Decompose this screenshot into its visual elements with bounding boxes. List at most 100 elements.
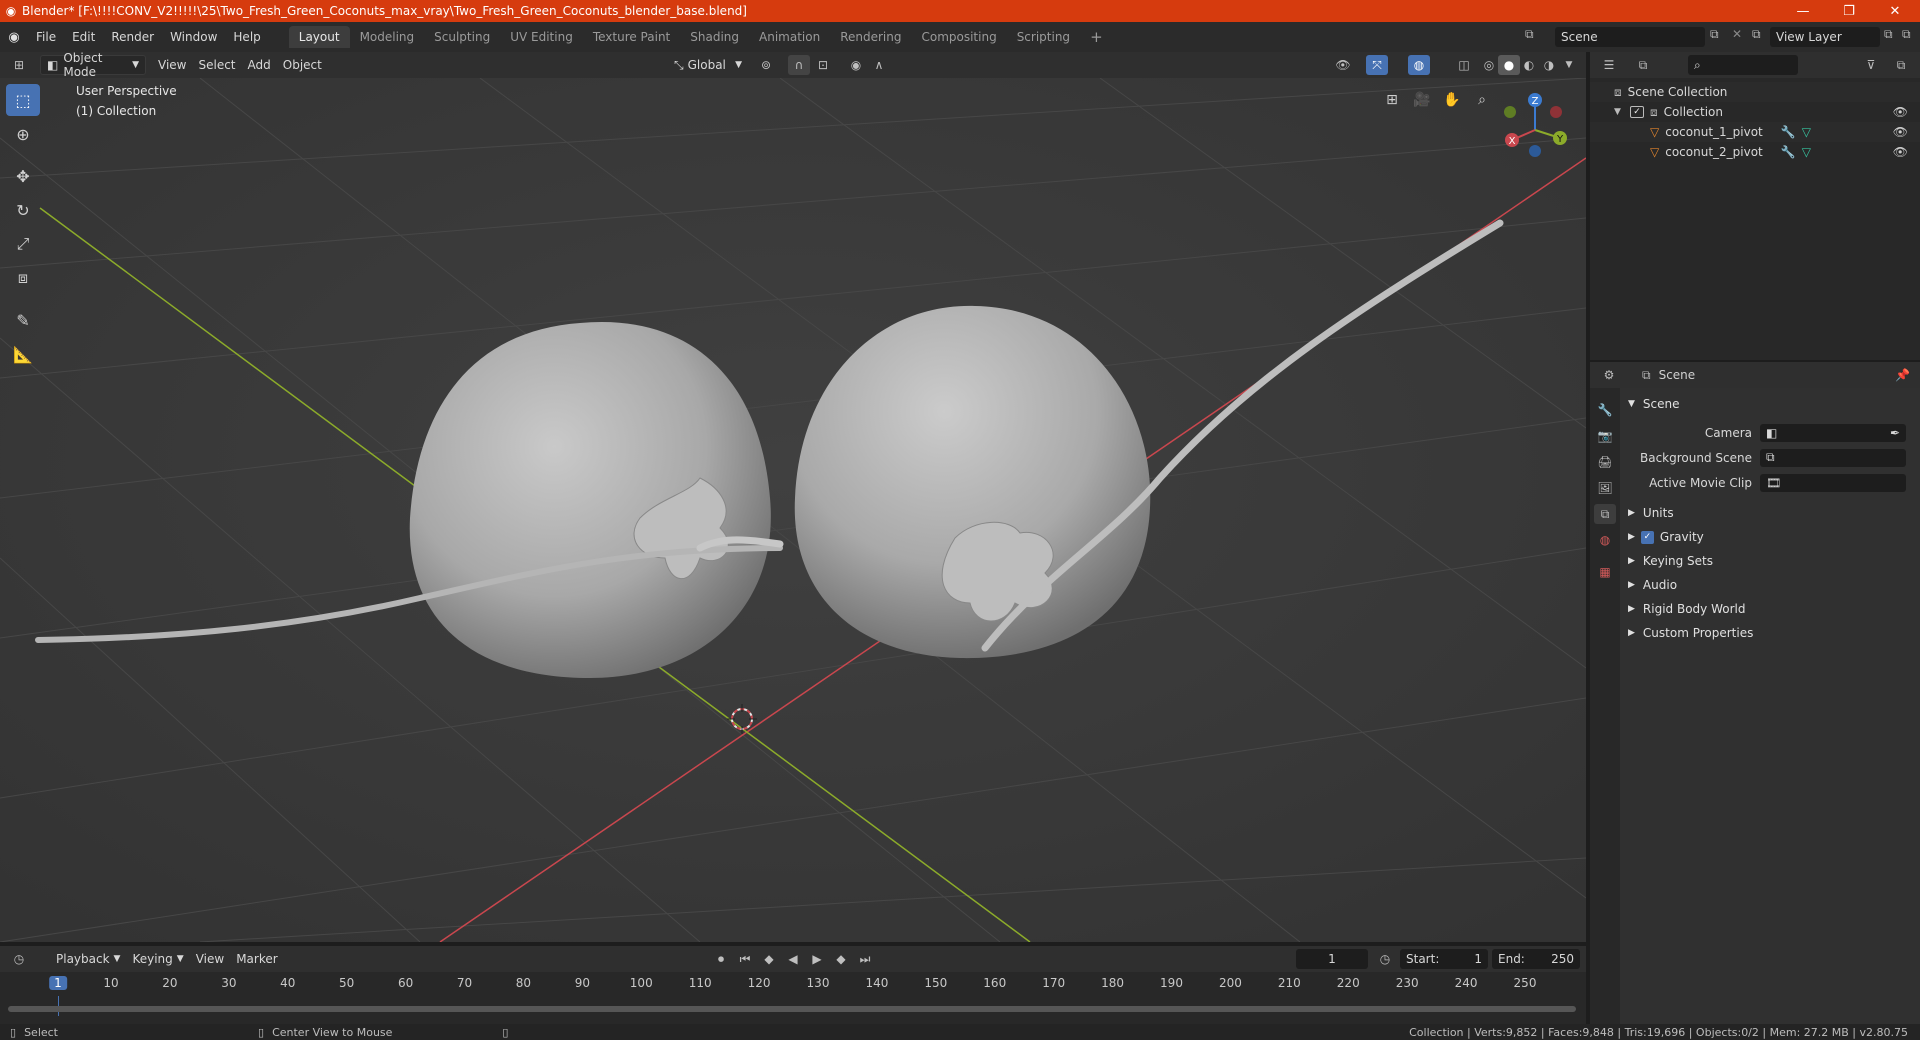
viewport-menu-object[interactable]: Object <box>277 55 328 75</box>
menu-render[interactable]: Render <box>103 30 162 44</box>
tab-modeling[interactable]: Modeling <box>350 26 425 48</box>
tab-rendering[interactable]: Rendering <box>830 26 911 48</box>
zoom-icon[interactable]: ⌕ <box>1468 86 1496 114</box>
camera-view-icon[interactable]: 🎥 <box>1408 86 1436 114</box>
outliner-row-coconut-1[interactable]: ▽ coconut_1_pivot 🔧 ▽ 👁 <box>1590 122 1920 142</box>
tab-layout[interactable]: Layout <box>288 26 350 48</box>
xray-toggle-icon[interactable]: ◫ <box>1453 55 1475 75</box>
gravity-checkbox[interactable]: ✓ <box>1640 530 1654 544</box>
camera-field[interactable]: ◧ ✒ <box>1760 423 1906 442</box>
pan-hand-icon[interactable]: ✋ <box>1438 86 1466 114</box>
overlay-toggle-icon[interactable]: ◍ <box>1408 55 1430 75</box>
start-frame-field[interactable]: Start: 1 <box>1400 949 1488 969</box>
background-scene-field[interactable]: ⧉ <box>1760 448 1906 467</box>
keying-sets-subpanel[interactable]: ▶ Keying Sets <box>1624 549 1916 573</box>
visibility-icon[interactable]: 👁 <box>1332 55 1354 75</box>
filter-icon[interactable]: ⊽ <box>1860 55 1882 75</box>
menu-help[interactable]: Help <box>225 30 268 44</box>
preview-range-clock-icon[interactable]: ◷ <box>1374 949 1396 969</box>
texture-tab-icon[interactable]: ▦ <box>1594 562 1616 582</box>
tab-shading[interactable]: Shading <box>680 26 749 48</box>
rigid-body-world-subpanel[interactable]: ▶ Rigid Body World <box>1624 597 1916 621</box>
new-view-layer-icon[interactable]: ⧉ <box>1884 27 1893 42</box>
snap-magnet-icon[interactable]: ∩ <box>788 55 810 75</box>
select-box-tool-icon[interactable]: ⬚ <box>6 84 40 116</box>
timeline-menu-keying[interactable]: Keying ▼ <box>126 949 189 969</box>
shading-options-chevron-icon[interactable]: ▼ <box>1558 55 1580 75</box>
timeline-scrollbar[interactable] <box>8 1006 1576 1012</box>
eye-icon[interactable]: 👁 <box>1893 105 1908 119</box>
tab-animation[interactable]: Animation <box>749 26 830 48</box>
next-keyframe-icon[interactable]: ◆ <box>830 949 852 969</box>
custom-properties-subpanel[interactable]: ▶ Custom Properties <box>1624 621 1916 645</box>
snap-target-icon[interactable]: ⊡ <box>812 55 834 75</box>
outliner-row-coconut-2[interactable]: ▽ coconut_2_pivot 🔧 ▽ 👁 <box>1590 142 1920 162</box>
mesh-data-icon[interactable]: ▽ <box>1802 125 1811 139</box>
modifier-wrench-icon[interactable]: 🔧 <box>1781 145 1796 159</box>
properties-editor-type-icon[interactable]: ⚙ <box>1598 365 1620 385</box>
gizmo-toggle-icon[interactable]: ⤧ <box>1366 55 1388 75</box>
collection-checkbox[interactable]: ✓ <box>1630 106 1644 118</box>
minimize-button[interactable]: — <box>1780 0 1826 22</box>
eye-icon[interactable]: 👁 <box>1893 125 1908 139</box>
audio-subpanel[interactable]: ▶ Audio <box>1624 573 1916 597</box>
jump-end-icon[interactable]: ⏭ <box>854 949 876 969</box>
outliner-row-collection[interactable]: ▼ ✓ ⧈ Collection 👁 <box>1590 102 1920 122</box>
viewport-menu-view[interactable]: View <box>152 55 192 75</box>
menu-window[interactable]: Window <box>162 30 225 44</box>
outliner-search-input[interactable]: ⌕ <box>1688 55 1798 75</box>
blender-menu-icon[interactable]: ◉ <box>0 30 28 45</box>
record-icon[interactable]: ⏺ <box>710 949 732 969</box>
active-movie-clip-field[interactable]: 🎞 <box>1760 473 1906 492</box>
grid-view-icon[interactable]: ⊞ <box>1378 86 1406 114</box>
outliner-editor-type-icon[interactable]: ☰ <box>1598 55 1620 75</box>
timeline-menu-marker[interactable]: Marker <box>230 949 283 969</box>
transform-tool-icon[interactable]: ⧈ <box>6 262 40 294</box>
scale-tool-icon[interactable]: ⤢ <box>6 228 40 260</box>
view-layer-icon[interactable]: ⧉ <box>1752 27 1761 42</box>
solid-shading-icon[interactable]: ● <box>1498 55 1520 75</box>
editor-type-icon[interactable]: ⊞ <box>8 55 30 75</box>
proportional-edit-icon[interactable]: ◉ <box>845 55 867 75</box>
move-tool-icon[interactable]: ✥ <box>6 160 40 192</box>
pivot-point-icon[interactable]: ⊚ <box>755 55 777 75</box>
gravity-subpanel[interactable]: ▶ ✓ Gravity <box>1624 525 1916 549</box>
new-collection-icon[interactable]: ⧉ <box>1890 55 1912 75</box>
world-tab-icon[interactable]: ◍ <box>1594 530 1616 550</box>
falloff-curve-icon[interactable]: ∧ <box>868 55 890 75</box>
annotate-tool-icon[interactable]: ✎ <box>6 304 40 336</box>
wireframe-shading-icon[interactable]: ◎ <box>1478 55 1500 75</box>
viewport-menu-add[interactable]: Add <box>242 55 277 75</box>
play-icon[interactable]: ▶ <box>806 949 828 969</box>
prev-keyframe-icon[interactable]: ◆ <box>758 949 780 969</box>
scene-selector-icon[interactable]: ⧉ <box>1525 27 1534 42</box>
current-frame-field[interactable]: 1 <box>1296 949 1368 969</box>
scene-panel-header[interactable]: ▼ Scene <box>1624 392 1916 416</box>
material-shading-icon[interactable]: ◐ <box>1518 55 1540 75</box>
tab-scripting[interactable]: Scripting <box>1007 26 1080 48</box>
play-reverse-icon[interactable]: ◀ <box>782 949 804 969</box>
tab-uv-editing[interactable]: UV Editing <box>500 26 583 48</box>
tab-texture-paint[interactable]: Texture Paint <box>583 26 680 48</box>
frame-ruler[interactable]: 1 10 20 30 40 50 60 70 80 90 100 110 120 130 140 150 160… <box>0 972 1586 996</box>
timeline-menu-playback[interactable]: Playback ▼ <box>50 949 126 969</box>
add-workspace-button[interactable]: + <box>1080 24 1113 50</box>
units-subpanel[interactable]: ▶ Units <box>1624 501 1916 525</box>
modifier-wrench-icon[interactable]: 🔧 <box>1781 125 1796 139</box>
pin-icon[interactable]: 📌 <box>1895 368 1910 382</box>
new-scene-icon[interactable]: ⧉ <box>1710 27 1719 42</box>
tool-tab-icon[interactable]: 🔧 <box>1594 400 1616 420</box>
tab-compositing[interactable]: Compositing <box>911 26 1006 48</box>
close-button[interactable]: ✕ <box>1872 0 1918 22</box>
object-mode-dropdown[interactable]: ◧ Object Mode ▼ <box>40 51 146 79</box>
scene-name-field[interactable]: Scene <box>1555 27 1705 47</box>
menu-file[interactable]: File <box>28 30 64 44</box>
jump-start-icon[interactable]: ⏮ <box>734 949 756 969</box>
measure-tool-icon[interactable]: 📐 <box>6 338 40 370</box>
transform-orientation-dropdown[interactable]: ⤡ Global ▼ <box>668 55 748 75</box>
outliner-row-scene-collection[interactable]: ⧈ Scene Collection <box>1590 82 1920 102</box>
3d-viewport[interactable]: Z Y X User Perspective (1) Collection ⊞ … <box>0 78 1586 942</box>
expand-arrow-icon[interactable]: ▼ <box>1614 107 1630 117</box>
rotate-tool-icon[interactable]: ↻ <box>6 194 40 226</box>
gizmo-neg-x-handle[interactable] <box>1550 106 1562 118</box>
